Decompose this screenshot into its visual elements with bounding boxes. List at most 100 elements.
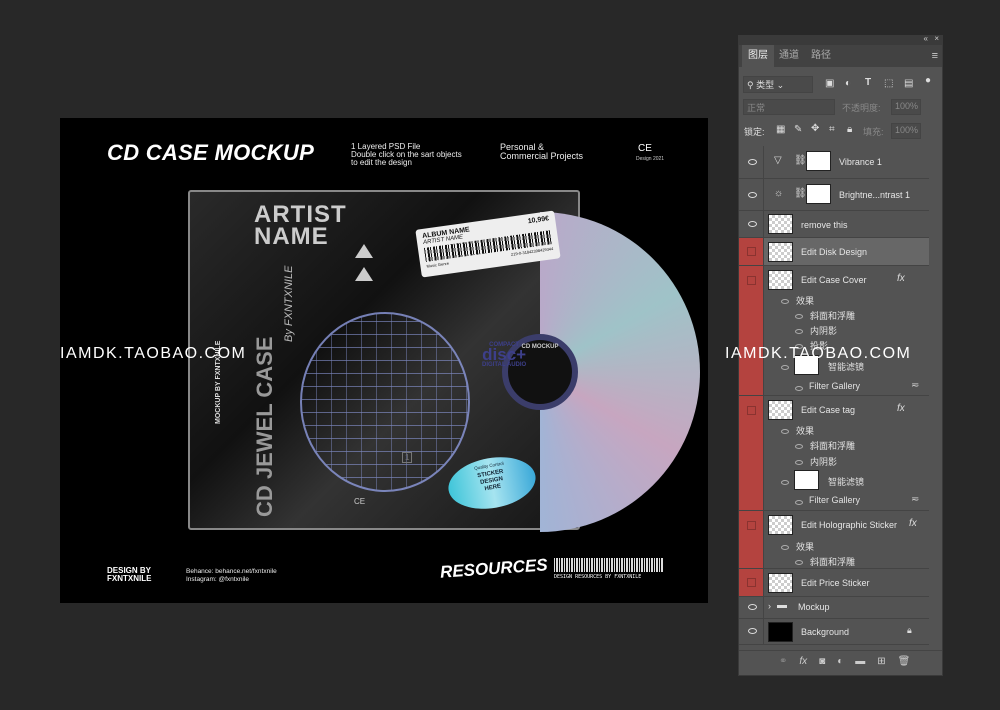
layer-edit-case-cover[interactable]: Edit Case Cover fx 效果 斜面和浮雕 内阴影 投影 智能滤镜 … xyxy=(739,266,929,396)
eye-icon[interactable] xyxy=(795,329,803,334)
visibility-checkbox[interactable] xyxy=(747,247,756,256)
holographic-sticker: Quality Control STICKER DESIGN HERE xyxy=(444,450,540,516)
adjustment-layer-icon[interactable]: ◐ xyxy=(837,656,843,667)
layer-edit-price-sticker[interactable]: Edit Price Sticker xyxy=(739,569,929,597)
type-filter-icon[interactable]: T xyxy=(865,77,871,88)
eye-icon[interactable] xyxy=(781,429,789,434)
price-sticker: ALBUM NAME 10,99€ ARTIST NAME Music Genre… xyxy=(415,210,561,278)
eye-icon[interactable] xyxy=(748,159,757,165)
barcode xyxy=(554,558,664,572)
info-text: 1 Layered PSD File Double click on the sa… xyxy=(351,143,462,167)
filter-toggle[interactable]: ● xyxy=(925,75,931,86)
effect-bevel: 斜面和浮雕 xyxy=(810,311,856,321)
lock-icon[interactable]: 🔒︎ xyxy=(847,124,852,135)
link-layers-icon[interactable]: ⚭ xyxy=(779,656,787,667)
layer-name: Mockup xyxy=(798,602,830,612)
eye-icon[interactable] xyxy=(795,460,803,465)
eye-icon[interactable] xyxy=(795,314,803,319)
vibrance-icon: ▽ xyxy=(774,155,782,166)
layer-brightness-contrast[interactable]: ☼ ⛓︎ Brightne...ntrast 1 xyxy=(739,179,929,211)
eye-icon[interactable] xyxy=(781,545,789,550)
trash-icon[interactable]: 🗑︎ xyxy=(898,656,911,667)
layer-edit-disk-design[interactable]: Edit Disk Design xyxy=(739,238,929,266)
expand-chevron-icon[interactable]: › xyxy=(768,601,771,611)
fx-icon[interactable]: fx xyxy=(897,403,905,414)
layer-name: Background xyxy=(801,627,850,637)
artist-name: ARTIST NAME xyxy=(254,203,347,250)
triangle-icon xyxy=(355,267,373,281)
spine-text: CD JEWEL CASE xyxy=(252,336,277,517)
eye-icon[interactable] xyxy=(748,221,757,227)
collapse-icon[interactable]: « xyxy=(924,34,928,43)
blend-mode-select[interactable]: 正常 xyxy=(743,99,835,115)
eye-icon[interactable] xyxy=(795,500,803,505)
eye-icon[interactable] xyxy=(795,444,803,449)
design-by-line: FXNTXNILE xyxy=(107,574,152,583)
tab-channels[interactable]: 通道 xyxy=(773,45,805,67)
eye-icon[interactable] xyxy=(748,604,757,610)
adjustment-filter-icon[interactable]: ◐ xyxy=(845,78,851,89)
filter-options-icon[interactable]: ≂ xyxy=(911,494,919,505)
layer-background[interactable]: Background 🔒︎ xyxy=(739,619,929,645)
move-icon[interactable]: ✥ xyxy=(811,123,819,134)
layer-vibrance[interactable]: ▽ ⛓︎ Vibrance 1 xyxy=(739,146,929,179)
panel-menu-icon[interactable]: ≡ xyxy=(932,50,938,62)
brush-icon[interactable]: ✎ xyxy=(794,124,802,135)
disc-logo-line: disc+ xyxy=(482,345,527,364)
layer-name: Edit Case tag xyxy=(801,405,856,415)
eye-icon[interactable] xyxy=(781,299,789,304)
visibility-checkbox[interactable] xyxy=(747,578,756,587)
by-text: By FXNTXNILE xyxy=(283,265,295,342)
fx-icon[interactable]: fx xyxy=(909,518,917,529)
close-icon[interactable]: × xyxy=(934,34,939,43)
lock-transparent-icon[interactable]: ▦ xyxy=(776,124,785,135)
panel-footer: ⚭ fx ◙ ◐ ▬ ⊞ 🗑︎ xyxy=(739,650,942,672)
smart-object-filter-icon[interactable]: ▤ xyxy=(904,78,913,89)
fx-icon[interactable]: fx xyxy=(799,656,807,667)
behance-link[interactable]: Behance: behance.net/fxntxnile xyxy=(186,568,277,576)
image-filter-icon[interactable]: ▣ xyxy=(825,78,834,89)
instagram-link[interactable]: Instagram: @fxntxnile xyxy=(186,576,277,584)
layer-name: Brightne...ntrast 1 xyxy=(839,190,911,200)
eye-icon[interactable] xyxy=(781,365,789,370)
artist-line: NAME xyxy=(254,223,329,250)
eye-icon[interactable] xyxy=(748,192,757,198)
layer-thumbnail xyxy=(768,622,793,642)
eye-icon[interactable] xyxy=(748,628,757,634)
add-mask-icon[interactable]: ◙ xyxy=(819,656,825,667)
ce-mark: CE xyxy=(354,497,366,506)
design-by: DESIGN BY FXNTXNILE xyxy=(107,567,151,583)
filter-gallery[interactable]: Filter Gallery xyxy=(809,495,860,505)
opacity-input[interactable]: 100% xyxy=(891,99,921,115)
layer-remove-this[interactable]: remove this xyxy=(739,211,929,238)
brightness-icon: ☼ xyxy=(774,188,784,199)
visibility-checkbox[interactable] xyxy=(747,276,756,285)
lock-icon: 🔒︎ xyxy=(907,625,912,635)
visibility-checkbox[interactable] xyxy=(747,521,756,530)
layer-edit-holographic-sticker[interactable]: Edit Holographic Sticker fx 效果 斜面和浮雕 xyxy=(739,511,929,569)
layer-edit-case-tag[interactable]: Edit Case tag fx 效果 斜面和浮雕 内阴影 智能滤镜 Filte… xyxy=(739,396,929,511)
artboard-icon[interactable]: ⌗ xyxy=(829,124,835,135)
fill-input[interactable]: 100% xyxy=(891,123,921,139)
license-line: Commercial Projects xyxy=(500,151,584,161)
lock-label: 锁定: xyxy=(744,127,765,137)
filter-gallery[interactable]: Filter Gallery xyxy=(809,381,860,391)
eye-icon[interactable] xyxy=(781,480,789,485)
eye-icon[interactable] xyxy=(795,560,803,565)
panel-header: « × xyxy=(739,34,942,45)
tab-layers[interactable]: 图层 xyxy=(742,45,774,67)
filter-options-icon[interactable]: ≂ xyxy=(911,380,919,391)
smart-object-thumbnail xyxy=(768,270,793,290)
disc-logo: COMPACT disc+ DIGITAL AUDIO xyxy=(482,340,526,370)
filter-kind-select[interactable]: ⚲ 类型 ⌄ xyxy=(743,76,813,93)
shape-filter-icon[interactable]: ⬚ xyxy=(884,78,893,89)
tab-paths[interactable]: 路径 xyxy=(805,45,837,67)
resources-logo: RESOURCES xyxy=(439,555,549,582)
layer-group-mockup[interactable]: › ▬ Mockup xyxy=(739,597,929,619)
opacity-label: 不透明度: xyxy=(842,103,881,113)
new-group-icon[interactable]: ▬ xyxy=(855,656,865,667)
eye-icon[interactable] xyxy=(795,386,803,391)
visibility-checkbox[interactable] xyxy=(747,406,756,415)
fx-icon[interactable]: fx xyxy=(897,273,905,284)
new-layer-icon[interactable]: ⊞ xyxy=(877,656,885,667)
